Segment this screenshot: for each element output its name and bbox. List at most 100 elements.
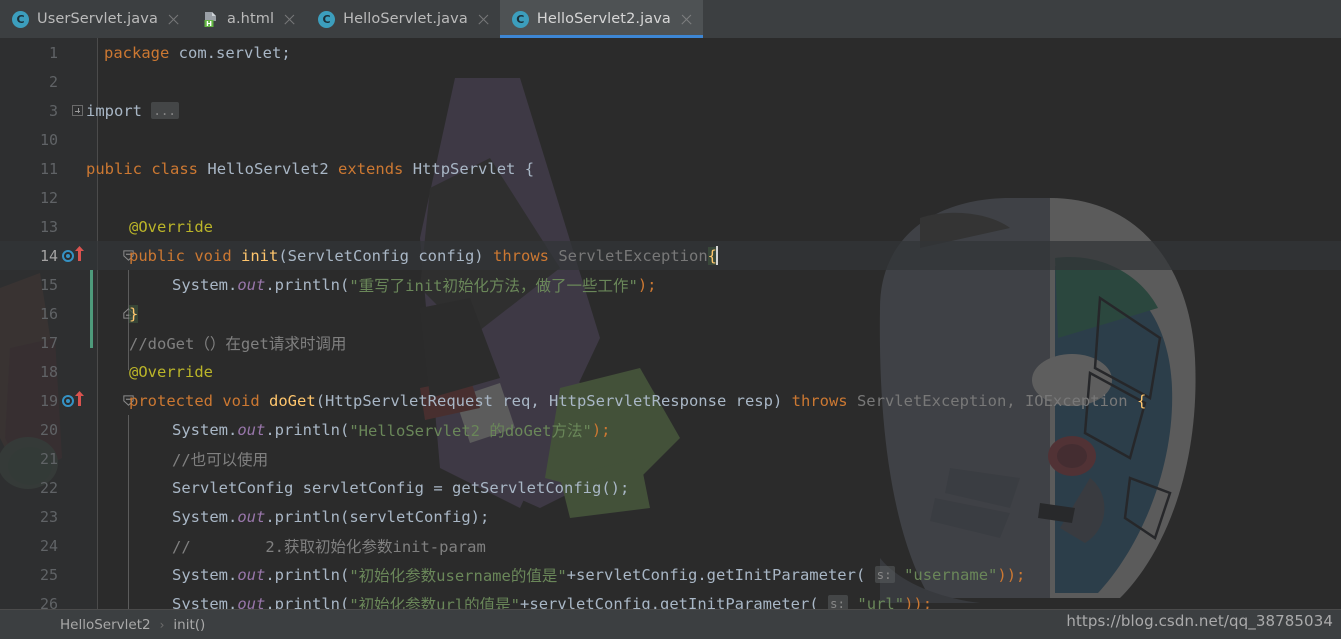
code-text: import ...	[86, 96, 179, 125]
keyword-throws: throws	[493, 246, 549, 265]
comment-line: //doGet（）在get请求时调用	[129, 334, 347, 353]
text-caret	[716, 246, 718, 265]
code-text: }	[129, 299, 139, 328]
brace-open: {	[524, 159, 535, 178]
brace-close-highlighted: }	[129, 304, 139, 323]
code-line[interactable]: 26 System. out .println("初始化参数url的值是" + serv…	[0, 589, 1341, 609]
close-icon[interactable]	[680, 13, 693, 26]
tab-helloservlet2-java[interactable]: C HelloServlet2.java	[499, 0, 703, 38]
code-line[interactable]: 16 }	[0, 299, 1341, 328]
statement-end: ));	[904, 594, 933, 610]
keyword-extends: extends	[338, 159, 404, 178]
call-argument: servletConfig);	[349, 507, 490, 526]
code-line[interactable]: 19 protected void doGet (HttpServletReque…	[0, 386, 1341, 415]
statement-end: );	[637, 275, 657, 294]
line-number: 20	[39, 420, 58, 439]
code-line[interactable]: 22 ServletConfig servletConfig = getServ…	[0, 473, 1341, 502]
code-line[interactable]: 12	[0, 183, 1341, 212]
statement-end: ));	[997, 565, 1026, 584]
line-number: 21	[39, 449, 58, 468]
java-class-icon: C	[511, 10, 529, 28]
code-line[interactable]: 20 System. out .println("HelloServlet2 的do…	[0, 415, 1341, 444]
comment-line: // 2.获取初始化参数init-param	[172, 537, 486, 556]
method-params: (ServletConfig config)	[278, 246, 484, 265]
method-println: .println(	[265, 420, 350, 439]
system-ref: System	[172, 565, 228, 584]
call-getinitparameter: servletConfig.getInitParameter(	[576, 565, 866, 584]
system-ref: System	[172, 420, 228, 439]
string-literal: "初始化参数username的值是"	[349, 566, 567, 585]
line-number: 11	[39, 159, 58, 178]
java-class-icon: C	[12, 10, 29, 28]
code-line[interactable]: 21 //也可以使用	[0, 444, 1341, 473]
code-line[interactable]: 2	[0, 67, 1341, 96]
line-number: 19	[39, 391, 58, 410]
code-line[interactable]: 1 package com.servlet;	[0, 38, 1341, 67]
tab-userservlet-java[interactable]: C UserServlet.java	[0, 0, 190, 38]
code-text: public class HelloServlet2 extends HttpS…	[86, 154, 534, 183]
keyword-void: void	[194, 246, 232, 265]
tab-a-html[interactable]: H a.html	[189, 0, 307, 38]
ide-window: C UserServlet.java H a.html C HelloServl…	[0, 0, 1341, 639]
class-name: HelloServlet2	[207, 159, 329, 178]
close-icon[interactable]	[477, 13, 490, 26]
code-editor[interactable]: 1 package com.servlet; 2 3 import ... 10…	[0, 38, 1341, 609]
string-literal: "初始化参数url的值是"	[349, 595, 521, 610]
code-line[interactable]: 11 public class HelloServlet2 extends Ht…	[0, 154, 1341, 183]
code-text: //也可以使用	[172, 444, 268, 473]
editor-tab-bar: C UserServlet.java H a.html C HelloServl…	[0, 0, 1341, 38]
type-servletconfig: ServletConfig	[172, 478, 294, 497]
svg-text:H: H	[206, 20, 212, 28]
line-number: 1	[48, 43, 58, 62]
code-line[interactable]: 13 @Override	[0, 212, 1341, 241]
fold-expand-icon[interactable]	[72, 96, 83, 125]
line-number: 12	[39, 188, 58, 207]
close-icon[interactable]	[167, 13, 180, 26]
keyword-public: public	[86, 159, 142, 178]
code-line[interactable]: 24 // 2.获取初始化参数init-param	[0, 531, 1341, 560]
import-fold-placeholder[interactable]: ...	[151, 102, 179, 119]
line-number: 18	[39, 362, 58, 381]
method-name-doget: doGet	[269, 391, 316, 410]
field-out: out	[237, 420, 266, 439]
keyword-void: void	[222, 391, 260, 410]
override-method-icon[interactable]	[62, 241, 84, 270]
code-line[interactable]: 25 System. out .println("初始化参数username的值是"…	[0, 560, 1341, 589]
package-name: com.servlet;	[178, 43, 291, 62]
code-content[interactable]: 1 package com.servlet; 2 3 import ... 10…	[0, 38, 1341, 609]
tab-label: HelloServlet.java	[343, 11, 468, 27]
close-icon[interactable]	[283, 13, 296, 26]
parameter-name-hint: s:	[828, 595, 849, 609]
code-line[interactable]: 3 import ...	[0, 96, 1341, 125]
keyword-protected: protected	[129, 391, 213, 410]
code-line[interactable]: 17 //doGet（）在get请求时调用	[0, 328, 1341, 357]
tab-helloservlet-java[interactable]: C HelloServlet.java	[306, 0, 500, 38]
code-line-active[interactable]: 14 public void init (ServletConfig config…	[0, 241, 1341, 270]
arrow-up-icon	[75, 391, 84, 410]
code-line[interactable]: 18 @Override	[0, 357, 1341, 386]
breadcrumb-member[interactable]: init()	[173, 617, 205, 633]
string-literal: "重写了init初始化方法，做了一些工作"	[349, 276, 638, 295]
system-ref: System	[172, 507, 228, 526]
field-out: out	[237, 275, 266, 294]
system-ref: System	[172, 594, 228, 610]
code-text: System. out .println("初始化参数username的值是" + se…	[172, 565, 1026, 585]
keyword-throws: throws	[791, 391, 848, 410]
superclass-name: HttpServlet	[412, 159, 516, 178]
code-text: package com.servlet;	[104, 38, 291, 67]
line-number: 22	[39, 478, 58, 497]
field-out: out	[237, 565, 266, 584]
parameter-name-hint: s:	[874, 566, 895, 583]
code-line[interactable]: 10	[0, 125, 1341, 154]
override-method-icon[interactable]	[62, 386, 84, 415]
code-line[interactable]: 23 System. out .println(servletConfig);	[0, 502, 1341, 531]
string-literal: "HelloServlet2 的doGet方法"	[349, 421, 592, 440]
variable-servletconfig: servletConfig	[302, 478, 424, 497]
line-number: 17	[39, 333, 58, 352]
method-println: .println(	[265, 565, 350, 584]
breadcrumb-class[interactable]: HelloServlet2	[60, 617, 151, 633]
line-number: 14	[39, 246, 58, 265]
code-line[interactable]: 15 System. out .println("重写了init初始化方法，做了一些…	[0, 270, 1341, 299]
code-text: ServletConfig servletConfig = getServlet…	[172, 473, 629, 502]
